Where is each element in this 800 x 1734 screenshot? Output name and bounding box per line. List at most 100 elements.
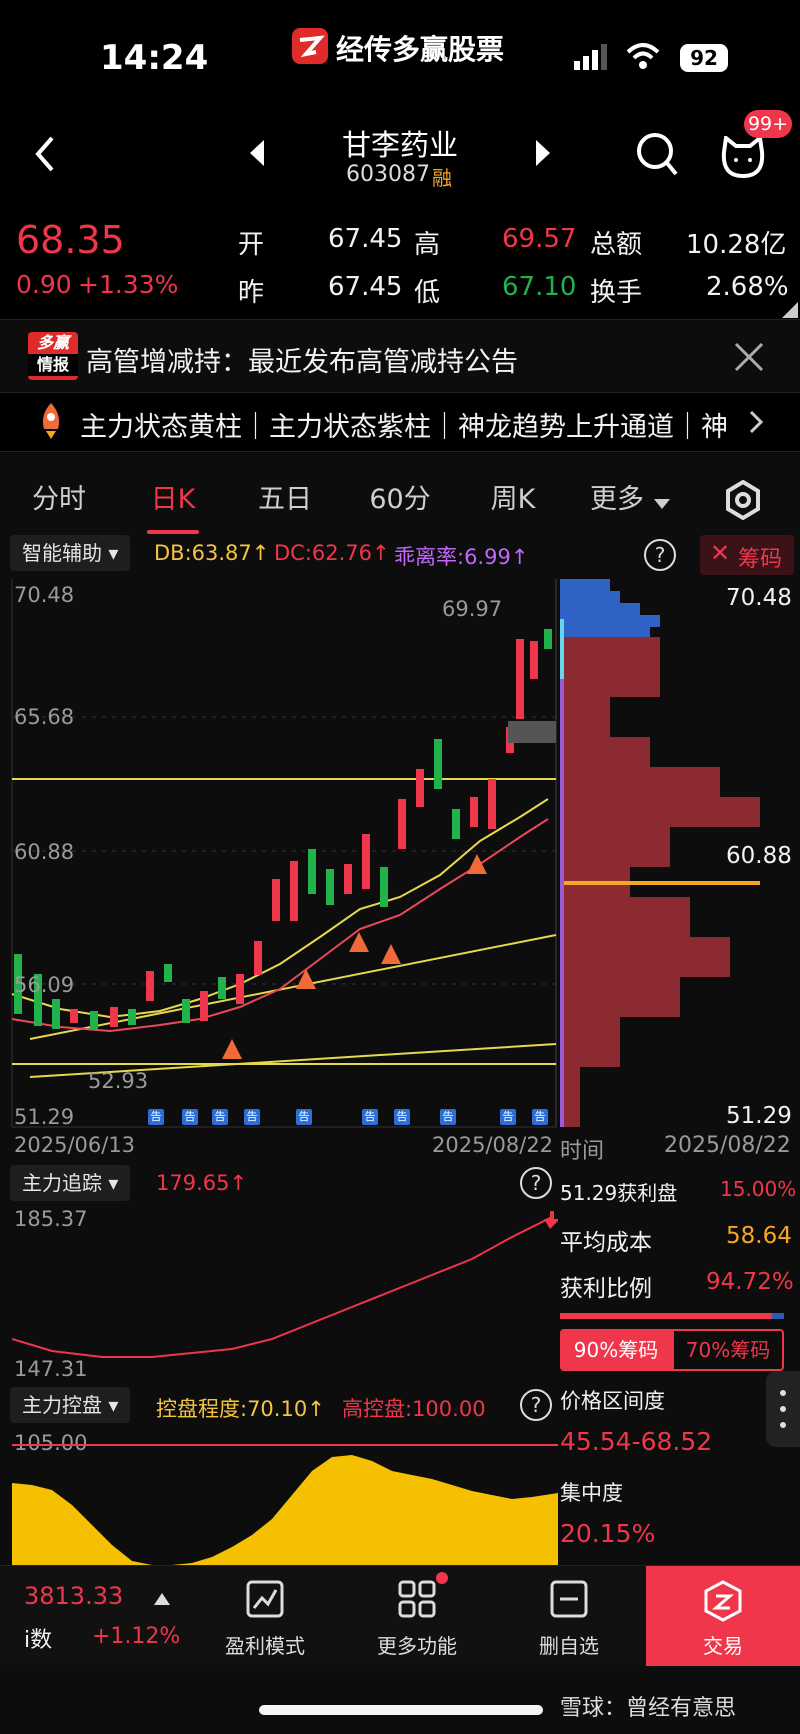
date-end: 2025/08/22 — [432, 1133, 554, 1157]
profit-ratio-label: 获利比例 — [560, 1276, 652, 1302]
news-banner[interactable]: 多赢 情报 高管增减持：最近发布高管减持公告 — [0, 322, 800, 392]
profit-mode-button[interactable]: 盈利模式 — [210, 1566, 320, 1666]
tracking-value: 179.65↑ — [156, 1171, 248, 1195]
tab-daily-k[interactable]: 日K — [138, 470, 208, 534]
index-change: +1.12% — [92, 1624, 181, 1649]
chips-time-value: 2025/08/22 — [664, 1133, 791, 1158]
kline-chart[interactable] — [0, 579, 800, 1139]
rocket-icon — [36, 401, 66, 445]
more-options-handle[interactable] — [766, 1371, 800, 1447]
tracking-chart[interactable] — [12, 1203, 558, 1387]
minus-box-icon — [550, 1580, 588, 1618]
chips-bottom-price: 51.29 — [726, 1103, 792, 1129]
app-name: 经传多赢股票 — [336, 33, 505, 66]
stock-code: 603087 — [346, 162, 430, 187]
high-marker: 69.97 — [442, 597, 503, 621]
watermark: 雪球：曾经有意思 — [560, 1696, 737, 1721]
signal-badge[interactable]: 告 — [148, 1109, 164, 1125]
open-value: 67.45 — [328, 224, 403, 254]
signal-badge[interactable]: 告 — [394, 1109, 410, 1125]
notification-badge: 99+ — [744, 110, 792, 138]
turnover-label: 换手 — [590, 278, 643, 308]
signal-badge[interactable]: 告 — [362, 1109, 378, 1125]
prev-close-value: 67.45 — [328, 272, 403, 302]
price-change-pct: +1.33% — [78, 270, 179, 299]
candles — [14, 629, 552, 1029]
signal-badge[interactable]: 告 — [532, 1109, 548, 1125]
y-axis-mid2: 60.88 — [14, 840, 75, 864]
tab-intraday[interactable]: 分时 — [24, 470, 94, 530]
high-label: 高 — [414, 230, 441, 260]
profit-plate-value: 15.00% — [720, 1177, 797, 1201]
control-dropdown[interactable]: 主力控盘 ▾ — [10, 1387, 131, 1423]
profit-ratio-value: 94.72% — [706, 1269, 794, 1295]
margin-badge: 融 — [432, 166, 452, 190]
chips-time-label: 时间 — [560, 1139, 605, 1164]
prev-stock-icon[interactable] — [248, 138, 266, 172]
control-high: 高控盘:100.00 — [342, 1397, 486, 1421]
remove-watchlist-button[interactable]: 删自选 — [514, 1566, 624, 1666]
next-stock-icon[interactable] — [534, 138, 552, 172]
index-value: 3813.33 — [24, 1582, 124, 1610]
chips-90-button[interactable]: 90%筹码 — [560, 1329, 672, 1371]
tracking-dropdown[interactable]: 主力追踪 ▾ — [10, 1165, 131, 1201]
more-dropdown-icon[interactable] — [654, 494, 670, 513]
control-chart[interactable] — [12, 1435, 558, 1565]
strategy-ticker[interactable]: 主力状态黄柱｜主力状态紫柱｜神龙趋势上升通道｜神 — [0, 392, 800, 452]
index-label[interactable]: i数 — [24, 1622, 52, 1654]
expand-corner-icon[interactable] — [782, 302, 798, 322]
trade-button[interactable]: 交易 — [646, 1566, 800, 1666]
signal-badge[interactable]: 告 — [244, 1109, 260, 1125]
tab-more[interactable]: 更多 — [582, 470, 652, 530]
signal-badge[interactable]: 告 — [182, 1109, 198, 1125]
bottom-toolbar: 3813.33 i数 +1.12% 盈利模式 更多功能 删自选 交易 — [0, 1565, 800, 1666]
chevron-right-icon[interactable] — [748, 409, 764, 439]
home-indicator[interactable] — [259, 1705, 543, 1715]
y-axis-mid1: 65.68 — [14, 705, 75, 729]
trade-icon — [704, 1580, 742, 1622]
chart-trend-icon — [246, 1580, 284, 1618]
amount-label: 总额 — [590, 230, 643, 260]
close-icon[interactable] — [734, 342, 764, 376]
y-axis-top: 70.48 — [14, 583, 75, 607]
quote-panel: 68.35 0.90 +1.33% 开 67.45 高 69.57 总额 10.… — [0, 200, 800, 320]
notification-dot — [436, 1572, 448, 1584]
signal-badge[interactable]: 告 — [212, 1109, 228, 1125]
stock-name: 甘李药业 — [341, 128, 458, 162]
search-icon[interactable] — [636, 132, 678, 180]
more-functions-button[interactable]: 更多功能 — [362, 1566, 472, 1666]
status-bar: 14:24 经传多赢股票 92 — [0, 0, 800, 110]
message-cat-icon[interactable] — [720, 134, 766, 182]
tab-60min[interactable]: 60分 — [360, 470, 440, 530]
low-marker: 52.93 — [88, 1069, 149, 1093]
tab-weekly-k[interactable]: 周K — [478, 470, 548, 530]
ticker-text: 主力状态黄柱｜主力状态紫柱｜神龙趋势上升通道｜神 — [80, 412, 728, 443]
status-time: 14:24 — [100, 38, 209, 78]
dc-indicator: DC:62.76↑ — [274, 541, 390, 565]
chips-top-price: 70.48 — [726, 585, 792, 611]
signal-badge[interactable]: 告 — [500, 1109, 516, 1125]
battery-level: 92 — [680, 44, 728, 72]
signal-badge[interactable]: 告 — [440, 1109, 456, 1125]
grid-icon — [398, 1580, 436, 1618]
tracking-help-icon[interactable]: ? — [520, 1167, 552, 1199]
tab-five-day[interactable]: 五日 — [250, 470, 320, 530]
news-text: 高管增减持：最近发布高管减持公告 — [86, 347, 518, 378]
low-label: 低 — [414, 278, 441, 308]
avg-cost-label: 平均成本 — [560, 1230, 652, 1256]
chips-70-button[interactable]: 70%筹码 — [672, 1329, 784, 1371]
price-range-label: 价格区间度 — [560, 1389, 665, 1413]
intel-badge: 多赢 情报 — [28, 332, 78, 380]
smart-assist-dropdown[interactable]: 智能辅助 ▾ — [10, 535, 131, 571]
concentration-value: 20.15% — [560, 1519, 656, 1548]
concentration-label: 集中度 — [560, 1481, 623, 1505]
profit-plate-label: 51.29获利盘 — [560, 1181, 678, 1205]
settings-gear-icon[interactable] — [724, 479, 762, 524]
kline-help-icon[interactable]: ? — [644, 539, 676, 571]
back-arrow-icon[interactable] — [32, 134, 58, 178]
signal-badge[interactable]: 告 — [296, 1109, 312, 1125]
chips-toggle-button[interactable]: ✕ 筹码 — [700, 535, 794, 575]
price-range-value: 45.54-68.52 — [560, 1427, 713, 1456]
control-help-icon[interactable]: ? — [520, 1389, 552, 1421]
price-change: 0.90 — [16, 270, 72, 299]
